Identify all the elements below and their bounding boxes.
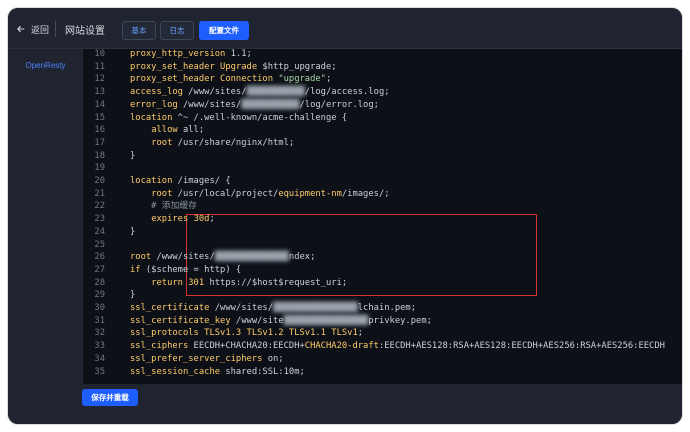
code-line[interactable]: 18} <box>83 150 682 163</box>
line-number: 33 <box>94 341 105 352</box>
line-code: ssl_ciphers EECDH+CHACHA20:EECDH+CHACHA2… <box>130 341 665 352</box>
line-number: 21 <box>94 188 105 199</box>
line-code: } <box>130 150 136 161</box>
sidebar: OpenResty <box>8 49 83 384</box>
line-code: root /www/sites/██████████████ndex; <box>130 252 316 263</box>
line-code: ssl_protocols TLSv1.3 TLSv1.2 TLSv1.1 TL… <box>130 328 364 339</box>
code-line[interactable]: 11 proxy_set_header Upgrade $http_upgrade… <box>83 61 682 74</box>
line-code: ssl_certificate /www/sites/█████████████… <box>130 303 417 313</box>
line-number: 34 <box>94 353 105 364</box>
line-code: } <box>130 226 136 237</box>
tab-basic[interactable]: 基本 <box>122 21 156 40</box>
line-number: 30 <box>94 303 105 313</box>
line-code: root /usr/local/project/equipment-nm/ima… <box>151 188 390 199</box>
code-line[interactable]: 12 proxy_set_header Connection "upgrade"; <box>83 73 682 86</box>
line-number: 20 <box>94 176 105 186</box>
code-editor[interactable]: 10 proxy_http_version 1.1; 11 proxy_set_hea… <box>83 49 682 384</box>
code-line[interactable]: 25 <box>83 239 682 252</box>
topbar-divider <box>55 21 56 37</box>
code-line[interactable]: 29} <box>83 289 682 302</box>
settings-window: 返回 网站设置 基本 日志 配置文件 OpenResty 10 proxy_htt… <box>8 8 682 424</box>
line-number: 25 <box>94 239 105 250</box>
line-code: ssl_prefer_server_ciphers on; <box>130 353 284 364</box>
footer: 保存并重载 <box>8 384 682 424</box>
code-line[interactable]: 19 <box>83 162 682 175</box>
code-line[interactable]: 26 root /www/sites/██████████████ndex; <box>83 251 682 264</box>
arrow-left-icon <box>17 25 25 33</box>
line-number: 31 <box>94 315 105 326</box>
line-code: # 添加缓存 <box>130 201 197 212</box>
line-number: 32 <box>94 328 105 339</box>
back-label: 返回 <box>31 24 50 35</box>
line-number: 28 <box>94 277 105 288</box>
line-number: 22 <box>94 201 105 212</box>
line-number: 10 <box>94 49 105 59</box>
line-number: 35 <box>94 366 105 377</box>
line-code: access_log /www/sites/███████████/log/ac… <box>130 87 390 98</box>
line-number: 11 <box>94 61 105 72</box>
line-code: proxy_set_header Connection "upgrade"; <box>130 74 332 85</box>
line-code: root /usr/share/nginx/html; <box>151 137 295 148</box>
code-line[interactable]: 17 root /usr/share/nginx/html; <box>83 137 682 150</box>
line-code: expires 30d; <box>151 214 215 225</box>
line-number: 13 <box>94 87 105 98</box>
tab-log[interactable]: 日志 <box>160 21 194 40</box>
line-number: 15 <box>94 112 105 123</box>
code-line[interactable]: 13 access_log /www/sites/███████████/log/… <box>83 86 682 99</box>
line-number: 12 <box>94 74 105 85</box>
line-code: ssl_session_cache shared:SSL:10m; <box>130 366 305 377</box>
line-number: 16 <box>94 125 105 136</box>
line-number: 14 <box>94 99 105 110</box>
line-number: 27 <box>94 264 105 275</box>
line-code: ssl_certificate_key /www/site███████████… <box>130 315 432 326</box>
line-code: if ($scheme = http) { <box>130 264 242 275</box>
save-reload-button[interactable]: 保存并重载 <box>82 389 138 406</box>
tab-config-file[interactable]: 配置文件 <box>199 21 249 40</box>
line-number: 24 <box>94 226 105 237</box>
line-number: 29 <box>94 290 105 301</box>
code-line[interactable]: 34 ssl_prefer_server_ciphers on; <box>83 353 682 366</box>
code-line[interactable]: 30 ssl_certificate /www/sites/███████████… <box>83 302 682 315</box>
code-line[interactable]: 20 location /images/ { <box>83 175 682 188</box>
code-line[interactable]: 28 return 301 https://$host$request_uri; <box>83 277 682 290</box>
line-number: 19 <box>94 163 105 174</box>
code-line[interactable]: 10 proxy_http_version 1.1; <box>83 49 682 61</box>
line-code: proxy_set_header Upgrade $http_upgrade; <box>130 61 337 72</box>
line-code: proxy_http_version 1.1; <box>130 49 252 59</box>
code-line[interactable]: 33 ssl_ciphers EECDH+CHACHA20:EECDH+CHACH… <box>83 340 682 353</box>
code-line[interactable]: 14 error_log /www/sites/███████████/log/e… <box>83 99 682 112</box>
code-line[interactable]: 21 root /usr/local/project/equipment-nm/… <box>83 188 682 201</box>
back-button[interactable]: 返回 <box>17 22 49 36</box>
line-code: } <box>130 290 136 301</box>
topbar: 返回 网站设置 基本 日志 配置文件 <box>8 8 682 49</box>
code-line[interactable]: 24} <box>83 226 682 239</box>
line-code: location ^~ /.well-known/acme-challenge … <box>130 112 348 123</box>
line-number: 18 <box>94 150 105 161</box>
page-title: 网站设置 <box>65 26 105 37</box>
code-line[interactable]: 32 ssl_protocols TLSv1.3 TLSv1.2 TLSv1.1 … <box>83 327 682 340</box>
sidebar-item-openresty[interactable]: OpenResty <box>8 61 83 70</box>
line-number: 26 <box>94 252 105 263</box>
line-code: return 301 https://$host$request_uri; <box>151 277 348 288</box>
code-line[interactable]: 27 if ($scheme = http) { <box>83 264 682 277</box>
code-line[interactable]: 15 location ^~ /.well-known/acme-challeng… <box>83 112 682 125</box>
line-number: 23 <box>94 214 105 225</box>
code-line[interactable]: 23 expires 30d; <box>83 213 682 226</box>
code-line[interactable]: 22 # 添加缓存 <box>83 200 682 213</box>
line-code: allow all; <box>151 125 205 136</box>
line-number: 17 <box>94 137 105 148</box>
line-code: location /images/ { <box>130 176 231 186</box>
code-line[interactable]: 16 allow all; <box>83 124 682 137</box>
code-line[interactable]: 35 ssl_session_cache shared:SSL:10m; <box>83 366 682 379</box>
code-line[interactable]: 31 ssl_certificate_key /www/site█████████… <box>83 315 682 328</box>
line-code: error_log /www/sites/███████████/log/err… <box>130 99 379 110</box>
